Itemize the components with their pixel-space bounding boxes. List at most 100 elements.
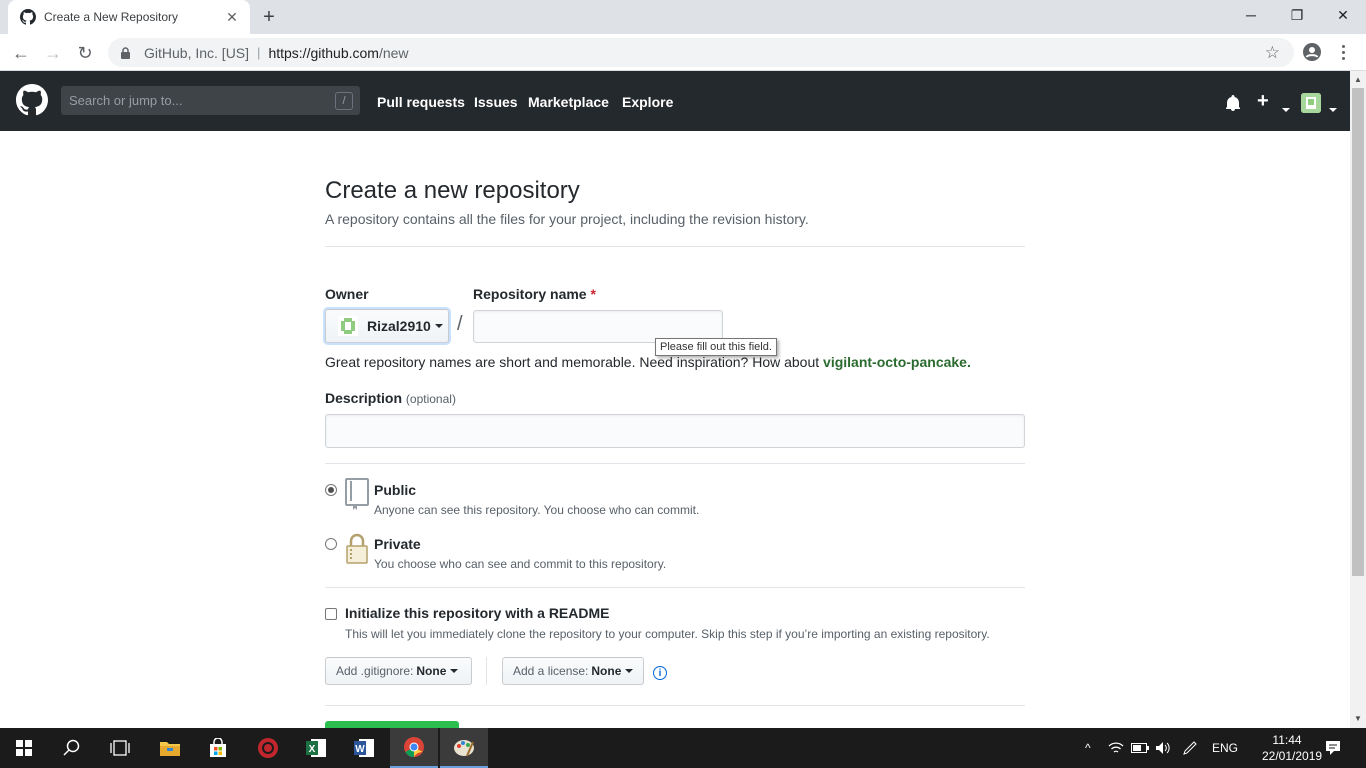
site-identity[interactable]: GitHub, Inc. [US] (144, 45, 249, 61)
nav-explore[interactable]: Explore (622, 94, 673, 110)
search-placeholder: Search or jump to... (69, 93, 183, 108)
repo-name-label-text: Repository name (473, 286, 587, 302)
action-center-icon[interactable] (1325, 728, 1341, 768)
private-title[interactable]: Private (374, 536, 421, 552)
excel-icon[interactable]: X (292, 728, 340, 768)
description-input[interactable] (325, 414, 1025, 448)
lock-icon (346, 533, 368, 564)
tray-chevron-icon[interactable]: ^ (1085, 728, 1091, 768)
create-new-plus-icon[interactable]: + (1257, 90, 1269, 113)
notification-bell-icon[interactable] (1226, 95, 1240, 114)
required-mark: * (590, 286, 596, 302)
init-readme-title[interactable]: Initialize this repository with a README (345, 605, 609, 621)
private-radio[interactable] (325, 538, 337, 550)
page-scrollbar[interactable]: ▲ ▼ (1350, 71, 1366, 728)
browser-tab-bar: Create a New Repository ✕ + ─ ❐ ✕ (0, 0, 1366, 34)
public-title[interactable]: Public (374, 482, 416, 498)
divider (325, 463, 1025, 464)
chrome-icon[interactable] (390, 728, 438, 768)
public-note: Anyone can see this repository. You choo… (374, 503, 700, 517)
scroll-up-icon[interactable]: ▲ (1354, 75, 1362, 84)
gitignore-value: None (416, 664, 447, 678)
plus-dropdown-caret-icon[interactable] (1278, 101, 1290, 116)
close-tab-icon[interactable]: ✕ (222, 7, 242, 27)
word-icon[interactable]: W (340, 728, 388, 768)
reload-icon[interactable]: ↻ (72, 40, 98, 66)
owner-value: Rizal2910 (367, 318, 431, 334)
user-avatar[interactable] (1301, 93, 1321, 113)
init-readme-checkbox[interactable] (325, 608, 337, 620)
wifi-icon[interactable] (1108, 728, 1124, 768)
search-icon[interactable] (48, 728, 96, 768)
dropdown-separator (486, 657, 487, 685)
optional-tag: (optional) (405, 392, 456, 406)
new-tab-button[interactable]: + (258, 6, 280, 28)
nav-issues[interactable]: Issues (474, 94, 518, 110)
gitignore-caret-icon (450, 669, 459, 673)
browser-menu-icon[interactable] (1336, 40, 1350, 64)
init-readme-note: This will let you immediately clone the … (345, 627, 990, 641)
license-value: None (591, 664, 622, 678)
divider (325, 705, 1025, 706)
minimize-icon[interactable]: ─ (1228, 0, 1274, 30)
hint-text: Great repository names are short and mem… (325, 354, 820, 370)
name-hint: Great repository names are short and mem… (325, 354, 971, 370)
github-logo-icon[interactable] (16, 84, 48, 116)
scroll-down-icon[interactable]: ▼ (1354, 714, 1362, 723)
volume-icon[interactable] (1155, 728, 1171, 768)
address-bar[interactable]: GitHub, Inc. [US] | https://github.com/n… (108, 38, 1294, 67)
owner-avatar-icon (338, 316, 358, 336)
private-note: You choose who can see and commit to thi… (374, 557, 667, 571)
divider (325, 587, 1025, 588)
store-icon[interactable] (194, 728, 242, 768)
file-explorer-icon[interactable] (146, 728, 194, 768)
lock-icon (120, 46, 132, 59)
forward-icon[interactable]: → (40, 40, 66, 66)
public-radio[interactable] (325, 484, 337, 496)
github-favicon-icon (20, 9, 36, 25)
scrollbar-thumb[interactable] (1352, 88, 1364, 576)
pen-icon[interactable] (1182, 728, 1198, 768)
license-label: Add a license: (513, 664, 589, 678)
page-title: Create a new repository (325, 177, 580, 204)
avatar-dropdown-caret-icon[interactable] (1325, 101, 1337, 116)
license-caret-icon (625, 669, 634, 673)
repo-book-icon (345, 478, 369, 510)
app-red-icon[interactable] (244, 728, 292, 768)
profile-icon[interactable] (1300, 40, 1324, 64)
validation-tooltip: Please fill out this field. (655, 338, 777, 356)
description-label-text: Description (325, 390, 403, 406)
back-icon[interactable]: ← (8, 40, 34, 66)
close-window-icon[interactable]: ✕ (1320, 0, 1366, 30)
info-icon[interactable]: i (653, 666, 667, 680)
url-separator: | (257, 45, 261, 60)
gitignore-label: Add .gitignore: (336, 664, 414, 678)
clock-date: 22/01/2019 (1262, 749, 1323, 763)
browser-toolbar: ← → ↻ GitHub, Inc. [US] | https://github… (0, 34, 1366, 71)
nav-pull-requests[interactable]: Pull requests (377, 94, 465, 110)
restore-icon[interactable]: ❐ (1274, 0, 1320, 30)
nav-marketplace[interactable]: Marketplace (528, 94, 609, 110)
windows-taskbar: X W ^ ENG 11:44 22/01/2019 (0, 728, 1366, 768)
github-search-input[interactable]: Search or jump to... / (61, 86, 360, 115)
bookmark-star-icon[interactable]: ☆ (1265, 43, 1280, 63)
url-text[interactable]: https://github.com/new (268, 45, 408, 61)
divider (325, 246, 1025, 247)
browser-tab[interactable]: Create a New Repository ✕ (8, 0, 250, 34)
github-header: Search or jump to... / Pull requests Iss… (0, 71, 1350, 131)
svg-text:W: W (355, 744, 365, 755)
license-dropdown[interactable]: Add a license: None (502, 657, 644, 685)
gitignore-dropdown[interactable]: Add .gitignore: None (325, 657, 472, 685)
suggested-name-link[interactable]: vigilant-octo-pancake. (823, 354, 971, 370)
input-language[interactable]: ENG (1212, 728, 1238, 768)
page-subtitle: A repository contains all the files for … (325, 211, 809, 227)
paint-icon[interactable] (440, 728, 488, 768)
windows-start-icon[interactable] (0, 728, 48, 768)
task-view-icon[interactable] (96, 728, 144, 768)
clock-time: 11:44 (1272, 733, 1302, 747)
battery-icon[interactable] (1131, 728, 1149, 768)
description-label: Description (optional) (325, 390, 456, 406)
owner-repo-slash: / (457, 313, 463, 335)
owner-dropdown[interactable]: Rizal2910 (325, 309, 449, 343)
taskbar-clock[interactable]: 11:44 22/01/2019 (1262, 732, 1323, 764)
